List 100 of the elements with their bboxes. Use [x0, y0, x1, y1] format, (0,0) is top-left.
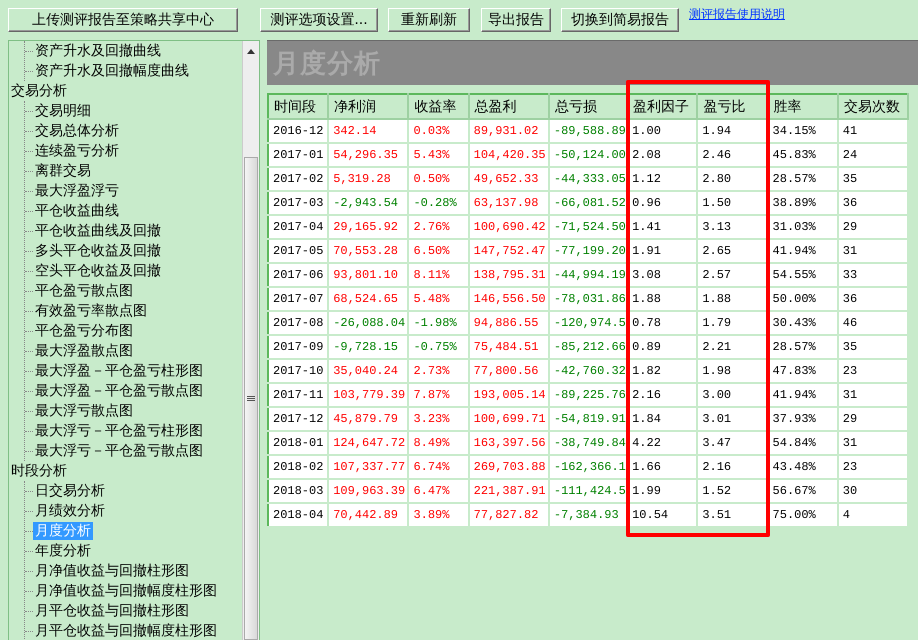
table-cell: 56.67% — [768, 479, 838, 503]
table-cell: 146,556.50 — [468, 287, 549, 311]
toolbar-button[interactable]: 测评选项设置... — [260, 8, 378, 32]
table-cell: 342.14 — [328, 119, 408, 143]
table-cell: -50,124.00 — [548, 143, 628, 167]
table-cell: 31 — [838, 383, 908, 407]
table-cell: 75,484.51 — [468, 335, 549, 359]
column-header[interactable]: 盈亏比 — [697, 94, 768, 119]
table-cell: 4.22 — [627, 431, 698, 455]
table-cell: -44,994.19 — [548, 263, 628, 287]
toolbar-button[interactable]: 重新刷新 — [388, 8, 470, 32]
tree-item[interactable]: 月净值收益与回撤幅度柱形图 — [33, 582, 219, 600]
table-cell: 1.98 — [697, 359, 768, 383]
table-cell: 104,420.35 — [468, 143, 549, 167]
tree-item[interactable]: 年度分析 — [33, 542, 93, 560]
column-header[interactable]: 总盈利 — [468, 94, 549, 119]
table-cell: 5.43% — [408, 143, 469, 167]
column-header[interactable]: 胜率 — [768, 94, 838, 119]
tree-group-label[interactable]: 交易分析 — [11, 81, 67, 101]
table-cell: 2017-07 — [268, 287, 328, 311]
tree-item[interactable]: 最大浮亏－平仓盈亏散点图 — [33, 442, 205, 460]
tree-item[interactable]: 连续盈亏分析 — [33, 142, 121, 160]
column-header[interactable]: 净利润 — [328, 94, 408, 119]
table-cell: 103,779.39 — [328, 383, 408, 407]
tree-item[interactable]: 平仓盈亏分布图 — [33, 322, 135, 340]
tree-item[interactable]: 日交易分析 — [33, 482, 107, 500]
table-cell: 124,647.72 — [328, 431, 408, 455]
table-cell: -120,974.5 — [548, 311, 628, 335]
tree-item[interactable]: 空头平仓收益及回撤 — [33, 262, 163, 280]
table-cell: 109,963.39 — [328, 479, 408, 503]
column-header[interactable]: 交易次数 — [838, 94, 908, 119]
tree-item[interactable]: 月绩效分析 — [33, 502, 107, 520]
tree-item[interactable]: 最大浮盈－平仓盈亏柱形图 — [33, 362, 205, 380]
column-header[interactable]: 总亏损 — [548, 94, 628, 119]
table-cell: 29,165.92 — [328, 215, 408, 239]
tree-item[interactable]: 月平仓收益与回撤幅度柱形图 — [33, 622, 219, 640]
tree-item[interactable]: 平仓收益曲线 — [33, 202, 121, 220]
table-cell: 31 — [838, 239, 908, 263]
table-cell: 2017-11 — [268, 383, 328, 407]
table-cell: -77,199.20 — [548, 239, 628, 263]
tree-item[interactable]: 月平仓收益与回撤柱形图 — [33, 602, 191, 620]
table-cell: 47.83% — [768, 359, 838, 383]
tree-item[interactable]: 有效盈亏率散点图 — [33, 302, 149, 320]
table-cell: 2017-08 — [268, 311, 328, 335]
table-cell: 2018-02 — [268, 455, 328, 479]
tree-item[interactable]: 平仓收益曲线及回撤 — [33, 222, 163, 240]
table-cell: -78,031.86 — [548, 287, 628, 311]
tree-group-label[interactable]: 时段分析 — [11, 461, 67, 481]
table-cell: -26,088.04 — [328, 311, 408, 335]
tree-item[interactable]: 多头平仓收益及回撤 — [33, 242, 163, 260]
help-link[interactable]: 测评报告使用说明 — [689, 6, 785, 22]
tree-item[interactable]: 资产升水及回撤幅度曲线 — [33, 62, 191, 80]
table-cell: 1.99 — [627, 479, 698, 503]
table-cell: 45.83% — [768, 143, 838, 167]
tree-item[interactable]: 最大浮亏－平仓盈亏柱形图 — [33, 422, 205, 440]
table-cell: 193,005.14 — [468, 383, 549, 407]
table-cell: 1.50 — [697, 191, 768, 215]
grip-icon — [247, 396, 255, 402]
table-cell: 70,553.28 — [328, 239, 408, 263]
toolbar-button[interactable]: 导出报告 — [481, 8, 551, 32]
tree-item[interactable]: 最大浮盈浮亏 — [33, 182, 121, 200]
table-cell: 1.66 — [627, 455, 698, 479]
column-header[interactable]: 盈利因子 — [627, 94, 698, 119]
tree-item[interactable]: 交易明细 — [33, 102, 93, 120]
table-cell: 70,442.89 — [328, 503, 408, 527]
table-cell: 3.01 — [697, 407, 768, 431]
column-header[interactable]: 时间段 — [268, 94, 328, 119]
tree-item[interactable]: 月净值收益与回撤柱形图 — [33, 562, 191, 580]
column-header[interactable]: 收益率 — [408, 94, 469, 119]
scrollbar[interactable] — [242, 41, 259, 640]
table-cell: 2017-09 — [268, 335, 328, 359]
table-cell: -162,366.1 — [548, 455, 628, 479]
tree-item[interactable]: 最大浮盈散点图 — [33, 342, 135, 360]
table-cell: 2.21 — [697, 335, 768, 359]
table-cell: 100,690.42 — [468, 215, 549, 239]
scroll-up-icon[interactable] — [247, 49, 255, 54]
table-cell: -111,424.5 — [548, 479, 628, 503]
table-cell: 3.23% — [408, 407, 469, 431]
toolbar-button[interactable]: 切换到简易报告 — [561, 8, 679, 32]
table-cell: -7,384.93 — [548, 503, 628, 527]
table-cell: 28.57% — [768, 167, 838, 191]
tree-item[interactable]: 平仓盈亏散点图 — [33, 282, 135, 300]
scroll-thumb[interactable] — [244, 157, 258, 640]
table-cell: 35 — [838, 167, 908, 191]
table-cell: 77,800.56 — [468, 359, 549, 383]
table-cell: 6.47% — [408, 479, 469, 503]
table-cell: 89,931.02 — [468, 119, 549, 143]
toolbar-button[interactable]: 上传测评报告至策略共享中心 — [8, 8, 238, 32]
table-cell: -85,212.66 — [548, 335, 628, 359]
table-cell: 1.52 — [697, 479, 768, 503]
tree-item[interactable]: 资产升水及回撤曲线 — [33, 42, 163, 60]
tree-item[interactable]: 最大浮盈－平仓盈亏散点图 — [33, 382, 205, 400]
table-cell: 1.91 — [627, 239, 698, 263]
table-cell: 2.80 — [697, 167, 768, 191]
table-cell: -71,524.50 — [548, 215, 628, 239]
table-cell: 43.48% — [768, 455, 838, 479]
table-cell: 1.41 — [627, 215, 698, 239]
tree-item[interactable]: 交易总体分析 — [33, 122, 121, 140]
tree-item[interactable]: 离群交易 — [33, 162, 93, 180]
tree-item[interactable]: 最大浮亏散点图 — [33, 402, 135, 420]
